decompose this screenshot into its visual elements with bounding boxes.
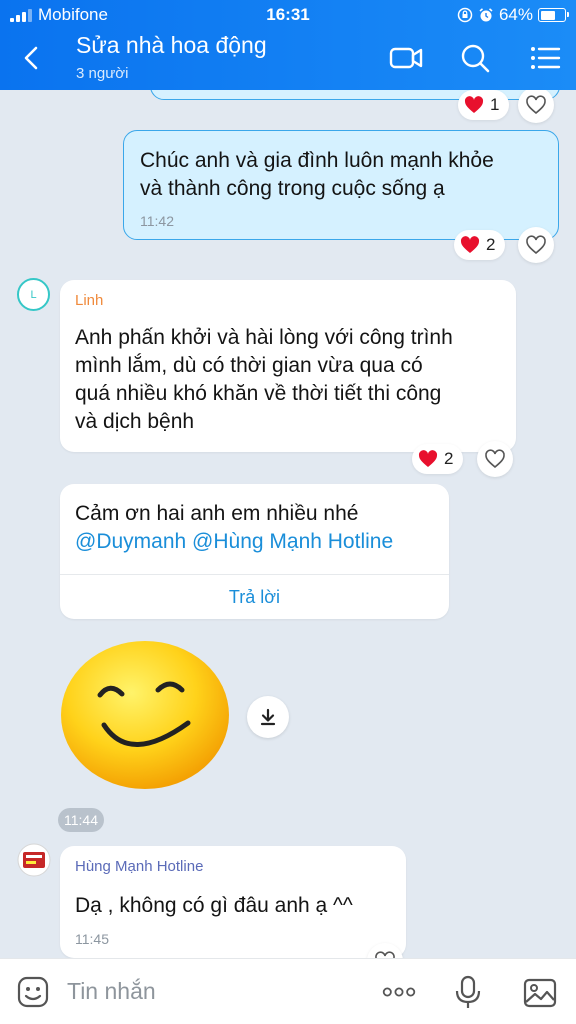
avatar[interactable] bbox=[17, 843, 51, 877]
avatar-letter: L bbox=[30, 288, 37, 301]
menu-list-icon[interactable] bbox=[527, 40, 563, 76]
message-text-line: và thành công trong cuộc sống ạ bbox=[140, 177, 445, 200]
search-icon[interactable] bbox=[457, 40, 493, 76]
reaction-summary[interactable]: 2 bbox=[454, 230, 506, 260]
chat-title[interactable]: Sửa nhà hoa động bbox=[76, 32, 267, 59]
battery-fill bbox=[540, 10, 556, 20]
message-list[interactable]: 1 Chúc anh và gia đình luôn mạnh khỏe và… bbox=[0, 90, 576, 958]
react-button[interactable] bbox=[518, 90, 554, 123]
message-text: Dạ , không có gì đâu anh ạ ^^ bbox=[75, 894, 353, 917]
reaction-summary[interactable]: 1 bbox=[458, 90, 510, 120]
heart-outline-icon bbox=[526, 235, 546, 255]
message-time: 11:45 bbox=[75, 931, 109, 947]
message-bubble-incoming[interactable]: Linh Anh phấn khởi và hài lòng với công … bbox=[60, 280, 516, 452]
heart-icon bbox=[460, 236, 480, 253]
react-button[interactable] bbox=[477, 441, 513, 477]
download-button[interactable] bbox=[247, 696, 289, 738]
reaction-count: 2 bbox=[444, 449, 454, 468]
avatar[interactable]: L bbox=[17, 278, 50, 311]
message-text-line: quá nhiều khó khăn về thời tiết thi công bbox=[75, 382, 442, 405]
message-text-line: Chúc anh và gia đình luôn mạnh khỏe bbox=[140, 149, 494, 172]
reaction-count: 1 bbox=[490, 95, 500, 114]
member-count[interactable]: 3 người bbox=[76, 65, 128, 82]
message-input-bar: Tin nhắn bbox=[0, 958, 576, 1024]
heart-outline-icon bbox=[526, 95, 546, 115]
image-gallery-icon[interactable] bbox=[522, 974, 558, 1010]
alarm-icon bbox=[479, 8, 493, 22]
react-button[interactable] bbox=[518, 227, 554, 263]
heart-outline-icon bbox=[485, 449, 505, 469]
download-icon bbox=[260, 708, 276, 726]
mention-link[interactable]: @Hùng Mạnh Hotline bbox=[192, 530, 393, 553]
message-bubble-own[interactable]: Chúc anh và gia đình luôn mạnh khỏe và t… bbox=[123, 130, 559, 240]
more-options-icon[interactable] bbox=[381, 974, 417, 1010]
microphone-icon[interactable] bbox=[450, 974, 486, 1010]
reply-button[interactable]: Trả lời bbox=[60, 575, 449, 619]
message-time: 11:44 bbox=[58, 808, 104, 832]
message-input[interactable]: Tin nhắn bbox=[67, 978, 156, 1005]
message-text-line: mình lắm, dù có thời gian vừa qua có bbox=[75, 354, 423, 377]
message-bubble-incoming[interactable]: Cảm ơn hai anh em nhiều nhé @Duymanh @Hù… bbox=[60, 484, 449, 619]
sender-name: Linh bbox=[75, 292, 104, 309]
sender-name: Hùng Mạnh Hotline bbox=[75, 858, 204, 875]
back-arrow-icon[interactable] bbox=[14, 40, 50, 76]
heart-icon bbox=[418, 450, 438, 467]
message-bubble-incoming[interactable]: Hùng Mạnh Hotline Dạ , không có gì đâu a… bbox=[60, 846, 406, 958]
message-text-line: Anh phấn khởi và hài lòng với công trình bbox=[75, 326, 453, 349]
mention-link[interactable]: @Duymanh bbox=[75, 530, 186, 553]
message-time: 11:42 bbox=[140, 213, 174, 229]
sticker-emoji-icon[interactable] bbox=[15, 974, 51, 1010]
heart-icon bbox=[464, 96, 484, 113]
battery-icon bbox=[538, 8, 569, 22]
heart-outline-icon bbox=[375, 951, 395, 958]
reaction-count: 2 bbox=[486, 235, 496, 254]
status-bar: Mobifone 16:31 64% bbox=[0, 0, 576, 30]
nav-bar: Sửa nhà hoa động 3 người bbox=[0, 28, 576, 88]
reaction-summary[interactable]: 2 bbox=[412, 444, 464, 474]
chat-header: Mobifone 16:31 64% Sửa nhà hoa động 3 ng… bbox=[0, 0, 576, 90]
battery-percent: 64% bbox=[498, 5, 533, 24]
orientation-lock-icon bbox=[457, 7, 473, 23]
message-text-line: Cảm ơn hai anh em nhiều nhé bbox=[75, 502, 359, 525]
message-text-line: và dịch bệnh bbox=[75, 410, 195, 433]
smiley-sticker[interactable] bbox=[60, 640, 230, 790]
video-call-icon[interactable] bbox=[388, 40, 424, 76]
